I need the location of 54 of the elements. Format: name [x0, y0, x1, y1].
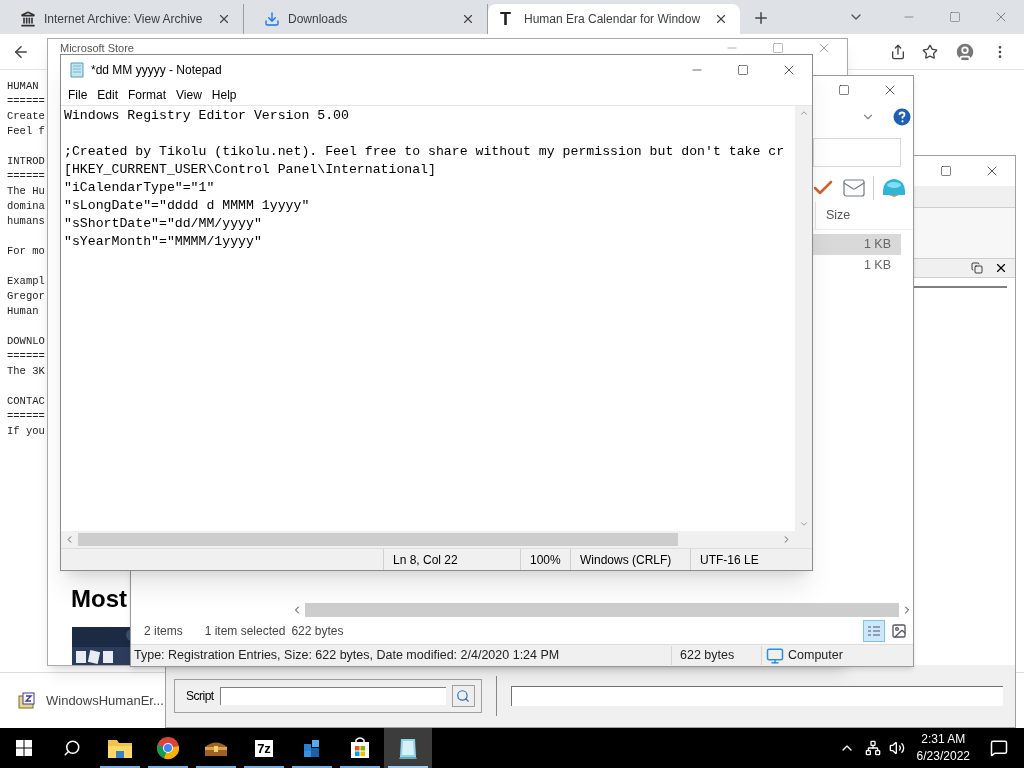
tab-title: Internet Archive: View Archive	[44, 11, 204, 28]
page-text-line: DOWNLO	[7, 334, 45, 349]
status-text: 2 items	[144, 623, 183, 640]
page-text-line: For mo	[7, 244, 45, 259]
download-file-name[interactable]: WindowsHumanEr...	[46, 690, 164, 711]
status-text: 1 item selected	[204, 623, 286, 640]
page-text-line: Feel f	[7, 124, 45, 139]
page-text-line: Create	[7, 109, 45, 124]
page-text-line: The 3K	[7, 364, 45, 379]
page-text-line: Human	[7, 304, 39, 319]
status-text: Windows (CRLF)	[570, 549, 690, 570]
file-row[interactable]: 1 KB	[813, 234, 901, 255]
tab-title: Human Era Calendar for Window	[524, 11, 702, 28]
tab-title: Downloads	[288, 11, 349, 28]
menu-item[interactable]: View	[171, 86, 207, 104]
menu-item[interactable]: Format	[123, 86, 172, 104]
details-size: 622 bytes	[671, 646, 761, 665]
status-text: 100%	[520, 549, 570, 570]
file-row[interactable]: 1 KB	[813, 255, 901, 276]
menu-item[interactable]: Help	[206, 86, 242, 104]
page-text-line: If you	[7, 424, 45, 439]
tab-favicon: T	[500, 7, 512, 31]
window-title: *dd MM yyyyy - Notepad	[91, 62, 223, 79]
page-text-line: ======	[7, 349, 45, 364]
page-text-line: humans	[7, 214, 45, 229]
taskbar-app[interactable]: 7z	[240, 728, 288, 768]
page-text-line: The Hu	[7, 184, 45, 199]
menu-item[interactable]: Edit	[92, 86, 124, 104]
page-text-line: INTROD	[7, 154, 45, 169]
text-editor[interactable]: Windows Registry Editor Version 5.00 ;Created by Tikolu (tikolu.net). Feel free to share without my permission but don't take cr [HKEY_CURRENT_USER\Control Panel\International] "iCalendarType"="1" "sLongDate"="dddd d MMMM 1yyyy" "sShortDate"="dd/MM/yyyy" "sYearMonth"="MMMM/1yyyy"	[61, 106, 795, 531]
details-text: Type: Registration Entries, Size: 622 bytes, Date modified: 2/4/2020 1:24 PM	[133, 647, 561, 665]
page-text-line: ======	[7, 169, 45, 184]
section-heading: Most	[71, 585, 127, 613]
location-text: Computer	[788, 647, 843, 665]
status-text: UTF-16 LE	[690, 549, 812, 570]
page-text-line: ======	[7, 409, 45, 424]
clock[interactable]: 2:31 AM 6/23/2022	[916, 731, 970, 765]
file-size: 1 KB	[863, 257, 891, 275]
browser-tab[interactable]: T Human Era Calendar for Window	[488, 4, 740, 34]
page-text-line: CONTAC	[7, 394, 45, 409]
script-label: Script	[186, 688, 214, 705]
column-header[interactable]: Size	[815, 202, 901, 229]
page-text-line: ======	[7, 94, 45, 109]
page-text-line: Exampl	[7, 274, 45, 289]
file-size: 1 KB	[863, 236, 891, 254]
status-text: 622 bytes	[291, 623, 344, 640]
browser-tab[interactable]: Internet Archive: View Archive	[8, 4, 244, 34]
page-text-line: HUMAN	[7, 79, 39, 94]
status-text: Ln 8, Col 22	[383, 549, 520, 570]
archive-logo-icon: 7z	[253, 737, 275, 759]
page-text-line: domina	[7, 199, 45, 214]
window-title: Microsoft Store	[60, 43, 135, 54]
menu-item[interactable]: File	[63, 86, 93, 104]
page-text-line: Gregor	[7, 289, 45, 304]
